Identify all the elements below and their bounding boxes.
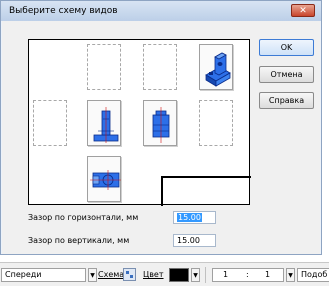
scheme-label-text: Схема: [98, 270, 125, 279]
view-slot-side[interactable]: [143, 100, 177, 146]
top-view-icon: [90, 170, 121, 190]
cancel-button[interactable]: Отмена: [259, 66, 314, 83]
chevron-down-icon: ▼: [288, 271, 293, 279]
scale-right-value: 1: [265, 270, 271, 279]
gap-horizontal-value: 15.00: [177, 213, 202, 222]
view-scheme-canvas: [28, 39, 251, 206]
view-slot-top[interactable]: [143, 44, 177, 90]
cancel-button-label: Отмена: [270, 70, 303, 79]
ok-button[interactable]: OK: [259, 39, 314, 56]
help-button-label: Справка: [268, 96, 305, 105]
scheme-icon[interactable]: [123, 268, 136, 281]
help-button[interactable]: Справка: [259, 92, 314, 109]
close-icon: ✕: [299, 5, 307, 16]
fit-button-label: Подоб: [301, 270, 328, 279]
scale-select[interactable]: 1 : 1: [212, 268, 284, 282]
view-slot-isometric[interactable]: [199, 44, 233, 90]
gap-vertical-value: 15.00: [177, 236, 200, 245]
chevron-down-icon: ▼: [193, 271, 198, 279]
side-view-icon: [152, 107, 170, 143]
view-scheme-dialog: Выберите схему видов ✕ OK Отмена Справка…: [0, 0, 322, 255]
fit-button[interactable]: Подоб: [297, 268, 329, 282]
color-swatch[interactable]: [169, 268, 189, 282]
gap-vertical-label: Зазор по вертикали, мм: [28, 236, 130, 245]
view-slot-front[interactable]: [87, 100, 121, 146]
scale-left-value: 1: [223, 270, 229, 279]
scale-dropdown[interactable]: ▼: [286, 268, 295, 282]
close-button[interactable]: ✕: [291, 4, 315, 17]
color-label-text: Цвет: [143, 270, 164, 279]
view-slot-left[interactable]: [33, 100, 67, 146]
properties-toolbar: Спереди ▼ Схема Цвет ▼ 1 : 1 ▼ Подоб: [0, 262, 329, 286]
chevron-down-icon: ▼: [90, 271, 95, 279]
isometric-view-icon: [205, 52, 231, 87]
color-label: Цвет: [143, 270, 164, 279]
view-direction-select[interactable]: Спереди: [1, 268, 86, 282]
gap-vertical-input[interactable]: 15.00: [173, 234, 216, 247]
view-direction-dropdown[interactable]: ▼: [88, 268, 97, 282]
gap-horizontal-label: Зазор по горизонтали, мм: [28, 213, 139, 222]
toolbar-separator: [205, 267, 206, 283]
view-direction-value: Спереди: [5, 270, 42, 279]
view-slot-bottom[interactable]: [87, 156, 121, 202]
view-slot-top-left[interactable]: [87, 44, 121, 90]
dialog-title: Выберите схему видов: [9, 6, 118, 16]
view-slot-right[interactable]: [199, 100, 233, 146]
title-block-frame: [161, 176, 251, 206]
ok-button-label: OK: [280, 43, 293, 52]
gap-horizontal-input[interactable]: 15.00: [173, 211, 216, 224]
scale-separator: :: [246, 270, 249, 279]
scheme-label: Схема: [98, 270, 124, 279]
dialog-titlebar[interactable]: Выберите схему видов ✕: [1, 1, 321, 21]
front-view-icon: [93, 107, 119, 143]
color-dropdown[interactable]: ▼: [191, 268, 200, 282]
